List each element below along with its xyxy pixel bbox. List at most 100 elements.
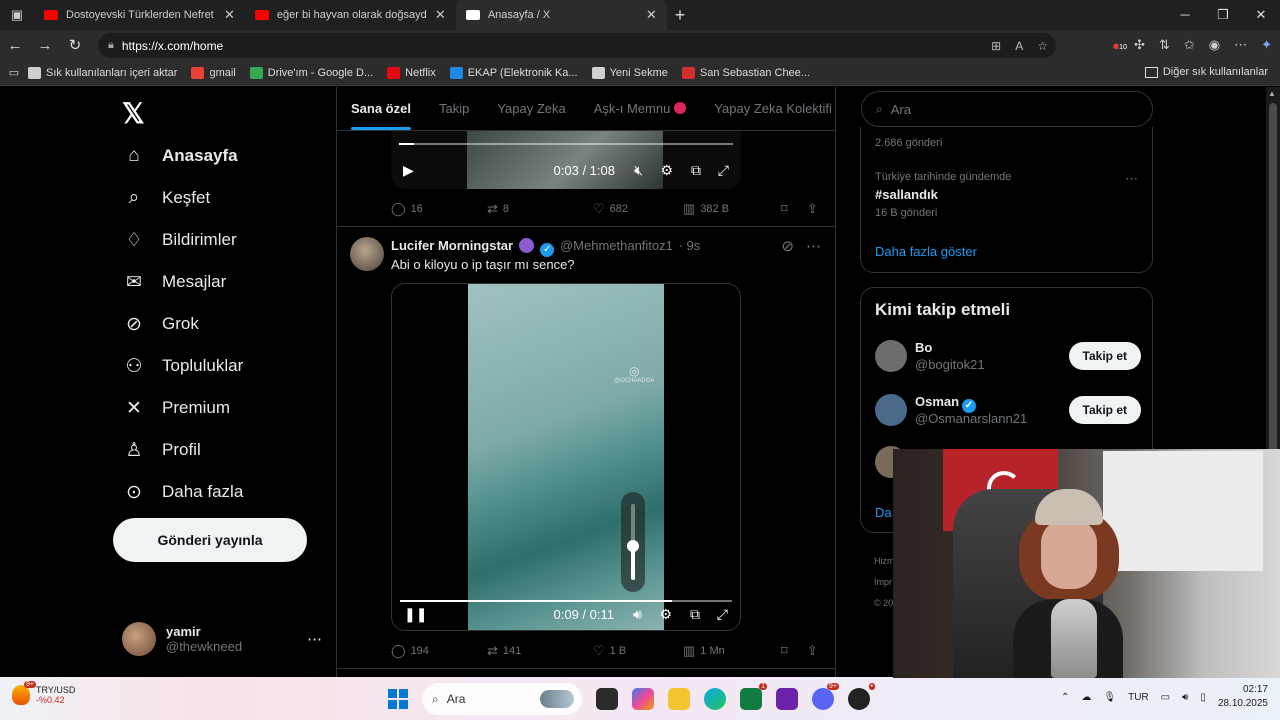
repost-button[interactable]: ⇄ 8 [487, 201, 593, 217]
sidebar-item-mesajlar[interactable]: ✉ Mesajlar [122, 270, 226, 294]
bookmark-item[interactable]: Sık kullanılanları içeri aktar [28, 66, 177, 79]
app-available-icon[interactable]: ⊞ [991, 39, 1001, 53]
back-button[interactable]: ← [0, 37, 30, 54]
copilot-app-icon[interactable] [632, 688, 654, 710]
extension-badge-icon[interactable]: ● 10 [1112, 38, 1128, 53]
currency-widget[interactable]: 9+ TRY/USD -%0.42 [12, 681, 75, 705]
pause-icon[interactable]: ❚❚ [404, 606, 427, 623]
play-icon[interactable]: ▶ [403, 162, 414, 179]
network-icon[interactable]: ▭ [1161, 692, 1170, 703]
fullscreen-icon[interactable]: ⤢ [717, 606, 728, 623]
favorite-star-icon[interactable]: ☆ [1037, 39, 1048, 53]
close-window-button[interactable]: ✕ [1242, 0, 1280, 30]
x-logo-icon[interactable]: 𝕏 [122, 97, 145, 130]
reply-button[interactable]: ◯ 16 [391, 201, 487, 217]
copilot-icon[interactable]: ✦ [1261, 37, 1272, 53]
pip-icon[interactable]: ⧉ [690, 606, 700, 623]
suggested-user[interactable]: Osman ✓ @Osmanarslann21 Takip et [875, 392, 1141, 428]
close-tab-icon[interactable]: ✕ [435, 7, 446, 23]
speaker-icon[interactable]: 🔊︎ [1182, 692, 1188, 703]
post-time[interactable]: · 9s [679, 238, 701, 253]
close-tab-icon[interactable]: ✕ [224, 7, 235, 23]
avatar[interactable] [350, 237, 384, 271]
bookmark-item[interactable]: Yeni Sekme [591, 66, 668, 79]
split-screen-icon[interactable]: ⇅ [1159, 37, 1170, 53]
author-name[interactable]: Lucifer Morningstar [391, 238, 513, 253]
trend-tag[interactable]: #sallandık [875, 187, 938, 202]
mute-icon[interactable]: 🔇︎ [634, 162, 643, 179]
sidebar-item-daha-fazla[interactable]: ⊙ Daha fazla [122, 480, 243, 504]
mic-icon[interactable]: 🎙︎ [1103, 692, 1116, 703]
suggested-user[interactable]: Bo @bogitok21 Takip et [875, 338, 1141, 374]
sidebar-item-anasayfa[interactable]: ⌂ Anasayfa [122, 144, 237, 168]
like-button[interactable]: ♡ 1 B [593, 643, 683, 659]
sidebar-item-bildirimler[interactable]: ♢ Bildirimler [122, 228, 236, 252]
browser-tab[interactable]: Anasayfa / X ✕ [455, 0, 667, 30]
pip-icon[interactable]: ⧉ [691, 162, 701, 179]
bookmark-item[interactable]: San Sebastian Chee... [681, 66, 810, 79]
edge-browser-icon[interactable] [704, 688, 726, 710]
browser-tab[interactable]: eğer bi hayvan olarak doğsaydın ✕ [245, 0, 456, 30]
grok-explain-icon[interactable]: ⊘ [781, 237, 794, 255]
follow-button[interactable]: Takip et [1068, 342, 1141, 370]
start-button[interactable] [388, 689, 408, 709]
settings-gear-icon[interactable]: ⚙ [660, 162, 673, 179]
reading-list-icon[interactable]: ▭ [0, 66, 28, 79]
sidebar-item-profil[interactable]: ♙ Profil [122, 438, 200, 462]
battery-icon[interactable]: ▯ [1200, 692, 1206, 703]
share-button[interactable]: ⇪ [807, 643, 818, 659]
sidebar-item-grok[interactable]: ⊘ Grok [122, 312, 199, 336]
opera-gx-icon[interactable]: • [848, 683, 875, 710]
settings-gear-icon[interactable]: ⚙ [659, 606, 672, 623]
volume-icon[interactable]: 🔊︎ [633, 606, 642, 623]
bookmark-item[interactable]: Drive'ım - Google D... [249, 66, 373, 79]
volume-knob[interactable] [627, 539, 639, 552]
bookmark-item[interactable]: Netflix [387, 66, 436, 79]
excel-icon[interactable]: 1 [740, 683, 767, 710]
minimize-button[interactable]: ─ [1166, 0, 1204, 30]
refresh-button[interactable]: ↻ [60, 36, 90, 54]
profile-avatar-icon[interactable]: ◉ [1209, 37, 1220, 53]
settings-more-icon[interactable]: ⋯ [1234, 37, 1247, 53]
show-more-link-partial[interactable]: Da [875, 505, 892, 520]
footer-link[interactable]: Impr [874, 572, 895, 593]
tray-chevron-icon[interactable]: ⌃ [1061, 692, 1069, 703]
task-view-icon[interactable] [596, 688, 618, 710]
favorites-icon[interactable]: ✩ [1184, 37, 1195, 53]
new-tab-button[interactable]: + [675, 5, 686, 26]
onedrive-icon[interactable]: ☁ [1081, 692, 1091, 703]
maximize-button[interactable]: ❐ [1204, 0, 1242, 30]
timeline-tab[interactable]: Sana özel [351, 101, 411, 130]
sidebar-item-premium[interactable]: ✕ Premium [122, 396, 230, 420]
extensions-icon[interactable]: ✣ [1134, 37, 1145, 53]
bookmark-button[interactable]: ⌑ [781, 201, 807, 217]
account-switcher[interactable]: yamir @thewkneed ⋯ [122, 622, 322, 656]
repost-button[interactable]: ⇄ 141 [487, 643, 593, 659]
file-explorer-icon[interactable] [668, 688, 690, 710]
scroll-up-icon[interactable]: ▲ [1268, 89, 1276, 98]
fullscreen-icon[interactable]: ⤢ [718, 162, 729, 179]
close-tab-icon[interactable]: ✕ [646, 7, 657, 23]
timeline-tab[interactable]: Aşk-ı Memnu [594, 101, 687, 116]
author-handle[interactable]: @Mehmethanfitoz1 [560, 238, 673, 253]
post-button[interactable]: Gönderi yayınla [113, 518, 307, 562]
sidebar-item-keşfet[interactable]: ⌕ Keşfet [122, 186, 211, 210]
reply-button[interactable]: ◯ 194 [391, 643, 487, 659]
timeline-tab[interactable]: Yapay Zeka [497, 101, 565, 116]
video-progress[interactable] [399, 143, 733, 145]
read-aloud-icon[interactable]: A [1015, 39, 1023, 53]
url-bar[interactable]: 🔒︎ https://x.com/home ⊞ A ☆ [98, 33, 1056, 58]
bookmark-item[interactable]: gmail [191, 66, 236, 79]
tab-actions-icon[interactable]: ▣ [0, 0, 34, 30]
discord-icon[interactable]: 9+ [812, 683, 839, 710]
share-button[interactable]: ⇪ [807, 201, 818, 217]
views-button[interactable]: ▥ 382 B [683, 201, 781, 217]
search-input[interactable]: ⌕ Ara [861, 91, 1153, 127]
like-button[interactable]: ♡ 682 [593, 201, 683, 217]
teams-icon[interactable] [776, 688, 798, 710]
clock[interactable]: 02:17 28.10.2025 [1218, 683, 1268, 711]
bookmark-item[interactable]: EKAP (Elektronik Ka... [449, 66, 578, 79]
more-dots-icon[interactable]: ⋯ [307, 630, 322, 648]
footer-link[interactable]: © 20 [874, 593, 895, 614]
more-dots-icon[interactable]: ⋯ [806, 237, 821, 255]
